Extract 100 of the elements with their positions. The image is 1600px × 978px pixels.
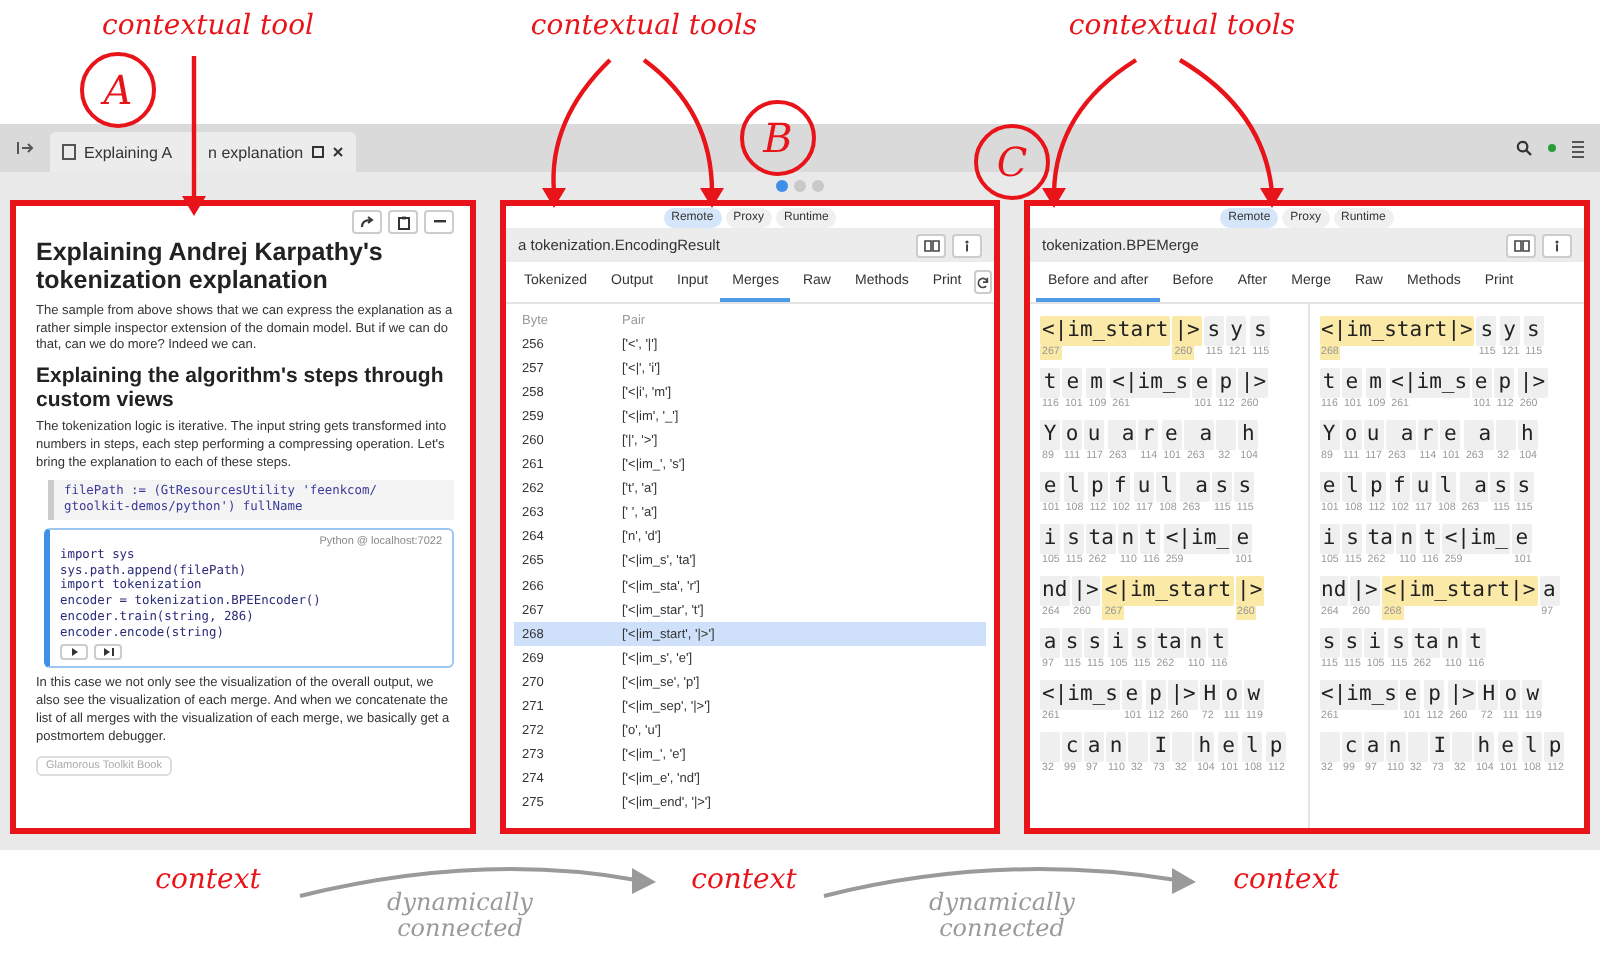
page-dot[interactable] [812, 180, 824, 192]
token-chip: a [1107, 420, 1137, 450]
token-chip: n [1185, 628, 1206, 658]
token-chip: l [1063, 472, 1084, 502]
tab-title: Explaining A [84, 143, 173, 161]
token-chip: e [1440, 420, 1461, 450]
token-chip: l [1242, 732, 1263, 762]
book-button[interactable] [916, 233, 946, 257]
token-chip: e [1040, 472, 1060, 502]
token-chip: I [1429, 732, 1450, 762]
token-chip: <|im_ [1163, 524, 1231, 554]
close-icon[interactable] [331, 146, 344, 158]
book-button[interactable] [1506, 233, 1536, 257]
token-chip: a [1463, 420, 1494, 450]
token-chip: f [1110, 472, 1131, 502]
token-chip: m [1365, 368, 1386, 398]
token-chip: e [1121, 680, 1142, 710]
token-chip: |> [1447, 680, 1477, 710]
page-dot[interactable] [776, 180, 788, 192]
token-chip: i [1040, 524, 1060, 554]
token-chip: ta [1154, 628, 1184, 658]
token-chip: |> [1235, 576, 1265, 606]
token-chip: e [1161, 420, 1182, 450]
token-chip: s [1063, 524, 1084, 554]
token-chip: w [1522, 680, 1543, 710]
clipboard-button[interactable] [388, 210, 418, 234]
annotation-label: contextual tools [1066, 12, 1298, 43]
token-chip: u [1363, 420, 1384, 450]
play-all-button[interactable] [94, 644, 122, 661]
token-chip: t [1208, 628, 1229, 658]
token-chip: a [1084, 732, 1104, 762]
token-chip: a [1459, 472, 1489, 502]
token-chip: s [1250, 316, 1271, 346]
token-chip: n [1117, 524, 1138, 554]
token-chip: a [1539, 576, 1560, 606]
token-chip: I [1150, 732, 1171, 762]
token-chip: e [1319, 472, 1339, 502]
window-tab[interactable]: Explaining A n explanation [50, 132, 356, 172]
page-title: Explaining Andrej Karpathy's tokenization explanation [36, 238, 385, 296]
token-chip: c [1341, 732, 1361, 762]
token-chip: s [1523, 316, 1544, 346]
token-chip: l [1521, 732, 1542, 762]
page-dot[interactable] [794, 180, 806, 192]
token-chip: ta [1365, 524, 1395, 554]
token-chip: n [1396, 524, 1417, 554]
token-chip: s [1476, 316, 1497, 346]
token-chip: e [1062, 368, 1083, 398]
token-chip: y [1499, 316, 1520, 346]
token-chip: H [1199, 680, 1220, 710]
maximize-icon[interactable] [311, 146, 324, 158]
annotation-label: context [153, 866, 263, 897]
token-chip: s [1342, 524, 1363, 554]
play-button[interactable] [60, 644, 88, 661]
token-chip: p [1424, 680, 1445, 710]
token-chip: e [1341, 368, 1362, 398]
book-icon [1513, 239, 1529, 251]
info-button[interactable] [1542, 233, 1572, 257]
token-chip: e [1218, 732, 1239, 762]
token-chip: e [1232, 524, 1253, 554]
token-chip: ta [1086, 524, 1116, 554]
token-chip: t [1040, 368, 1060, 398]
refresh-button[interactable] [973, 270, 992, 294]
token-chip: n [1385, 732, 1405, 762]
tab-title: n explanation [208, 143, 304, 161]
token-chip: p [1544, 732, 1565, 762]
token-chip: s [1203, 316, 1224, 346]
token-chip: l [1435, 472, 1456, 502]
token-chip: a [1363, 732, 1383, 762]
token-chip: f [1389, 472, 1410, 502]
info-button[interactable] [952, 233, 982, 257]
token-chip: p [1087, 472, 1108, 502]
status-dot-icon [1548, 144, 1556, 152]
token-chip: |> [1172, 316, 1202, 346]
token-chip: e [1497, 732, 1518, 762]
arrow-icon [360, 216, 374, 228]
token-chip: u [1084, 420, 1105, 450]
token-chip: Y [1040, 420, 1060, 450]
token-chip: y [1226, 316, 1247, 346]
search-icon[interactable] [1516, 140, 1532, 156]
annotation-label: contextual tools [528, 12, 760, 43]
token-chip: s [1513, 472, 1534, 502]
share-button[interactable] [352, 210, 382, 234]
token-chip: e [1511, 524, 1532, 554]
token-chip: r [1417, 420, 1438, 450]
token-chip: w [1243, 680, 1264, 710]
token-chip: <|im_start|> [1381, 576, 1538, 606]
token-chip: h [1473, 732, 1494, 762]
token-chip: <|im_s [1389, 368, 1470, 398]
token-chip: s [1084, 628, 1105, 658]
info-icon [962, 239, 972, 251]
token-chip: n [1106, 732, 1126, 762]
token-chip: a [1040, 628, 1060, 658]
token-chip: s [1211, 472, 1232, 502]
token-chip: nd [1319, 576, 1349, 606]
sidebar-icon[interactable] [16, 140, 34, 156]
token-chip: i [1107, 628, 1128, 658]
menu-icon[interactable] [1572, 139, 1584, 157]
token-chip: a [1184, 420, 1215, 450]
collapse-button[interactable] [424, 210, 454, 234]
token-chip: m [1086, 368, 1107, 398]
